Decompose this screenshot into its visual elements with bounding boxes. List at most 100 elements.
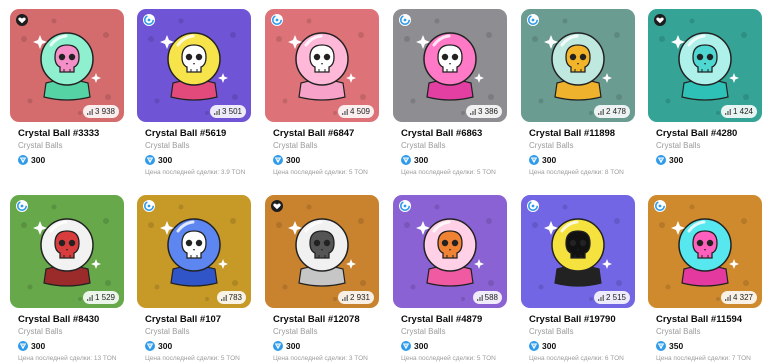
- verified-badge-icon: [527, 200, 539, 212]
- last-sale-price: Цена последней сделки: 3.9 TON: [145, 169, 246, 176]
- collection-name: Crystal Balls: [401, 327, 446, 336]
- bar-chart-icon: [341, 294, 348, 301]
- last-sale-price: Цена последней сделки: 7 TON: [656, 355, 751, 362]
- gift-name: Crystal Ball #6863: [401, 128, 483, 139]
- verified-badge-icon: [654, 200, 666, 212]
- edition-count-text: 3 938: [94, 107, 115, 116]
- gift-image[interactable]: 1 529: [10, 195, 124, 308]
- crystal-ball-icon: [423, 218, 477, 287]
- gift-image[interactable]: 4 327: [648, 195, 762, 308]
- edition-count-text: 2 515: [605, 293, 626, 302]
- collection-name: Crystal Balls: [529, 327, 574, 336]
- edition-count: 2 931: [337, 291, 374, 304]
- crystal-ball-icon: [40, 218, 94, 287]
- price: 300: [656, 154, 683, 166]
- collection-name: Crystal Balls: [529, 141, 574, 150]
- collection-name: Crystal Balls: [401, 141, 446, 150]
- gift-card[interactable]: 4 327 Crystal Ball #11594 Crystal Balls 350…: [648, 195, 762, 363]
- ton-icon: [656, 341, 666, 351]
- edition-count-text: 4 327: [732, 293, 753, 302]
- ton-icon: [401, 155, 411, 165]
- bar-chart-icon: [724, 294, 731, 301]
- gift-image[interactable]: 4 509: [265, 9, 379, 122]
- edition-count: 3 938: [82, 105, 119, 118]
- gift-name: Crystal Ball #11898: [529, 128, 616, 139]
- ton-icon: [529, 341, 539, 351]
- crystal-ball-icon: [423, 32, 477, 101]
- price-value: 300: [158, 341, 173, 351]
- price-value: 300: [414, 155, 429, 165]
- price: 300: [529, 154, 556, 166]
- ton-icon: [18, 155, 28, 165]
- edition-count-text: 3 386: [477, 107, 498, 116]
- gift-image[interactable]: 3 501: [137, 9, 251, 122]
- collection-name: Crystal Balls: [656, 327, 701, 336]
- collection-name: Crystal Balls: [18, 327, 63, 336]
- collection-name: Crystal Balls: [273, 327, 318, 336]
- gift-image[interactable]: 2 478: [521, 9, 635, 122]
- gift-card[interactable]: 3 501 Crystal Ball #5619 Crystal Balls 300 Ц…: [137, 9, 251, 177]
- gift-card[interactable]: 2 931 Crystal Ball #12078 Crystal Balls 300…: [265, 195, 379, 363]
- bar-chart-icon: [213, 108, 220, 115]
- gift-image[interactable]: 3 386: [393, 9, 507, 122]
- gift-name: Crystal Ball #8430: [18, 314, 100, 325]
- bar-chart-icon: [469, 108, 476, 115]
- gift-name: Crystal Ball #19790: [529, 314, 616, 325]
- price: 300: [401, 340, 428, 352]
- crystal-ball-icon: [295, 218, 349, 287]
- last-sale-price: Цена последней сделки: 3 TON: [273, 355, 368, 362]
- gift-image[interactable]: 2 515: [521, 195, 635, 308]
- gift-image[interactable]: 2 931: [265, 195, 379, 308]
- edition-count: 4 509: [337, 105, 374, 118]
- bar-chart-icon: [476, 294, 483, 301]
- price: 300: [273, 154, 300, 166]
- crystal-ball-icon: [167, 218, 221, 287]
- heart-badge-icon: [16, 14, 28, 26]
- gift-card[interactable]: 2 515 Crystal Ball #19790 Crystal Balls 300…: [521, 195, 635, 363]
- verified-badge-icon: [16, 200, 28, 212]
- verified-badge-icon: [399, 200, 411, 212]
- price: 300: [529, 340, 556, 352]
- gift-name: Crystal Ball #5619: [145, 128, 227, 139]
- gift-image[interactable]: 1 424: [648, 9, 762, 122]
- gift-image[interactable]: 783: [137, 195, 251, 308]
- gift-card[interactable]: 588 Crystal Ball #4879 Crystal Balls 300 Цен…: [393, 195, 507, 363]
- bar-chart-icon: [341, 108, 348, 115]
- collection-name: Crystal Balls: [656, 141, 701, 150]
- bar-chart-icon: [86, 294, 93, 301]
- price: 350: [656, 340, 683, 352]
- crystal-ball-icon: [678, 218, 732, 287]
- verified-badge-icon: [399, 14, 411, 26]
- gift-card[interactable]: 2 478 Crystal Ball #11898 Crystal Balls 300…: [521, 9, 635, 177]
- gift-card[interactable]: 783 Crystal Ball #107 Crystal Balls 300 Цена…: [137, 195, 251, 363]
- gift-name: Crystal Ball #4879: [401, 314, 483, 325]
- edition-count: 1 424: [720, 105, 757, 118]
- collection-name: Crystal Balls: [273, 141, 318, 150]
- gift-card[interactable]: 3 938 Crystal Ball #3333 Crystal Balls 300: [10, 9, 124, 177]
- ton-icon: [656, 155, 666, 165]
- gift-name: Crystal Ball #107: [145, 314, 222, 325]
- edition-count-text: 3 501: [221, 107, 242, 116]
- gift-card[interactable]: 1 424 Crystal Ball #4280 Crystal Balls 300: [648, 9, 762, 177]
- gift-image[interactable]: 3 938: [10, 9, 124, 122]
- bar-chart-icon: [597, 108, 604, 115]
- price: 300: [273, 340, 300, 352]
- edition-count: 3 386: [465, 105, 502, 118]
- ton-icon: [401, 341, 411, 351]
- gift-image[interactable]: 588: [393, 195, 507, 308]
- price: 300: [145, 154, 172, 166]
- gift-card[interactable]: 3 386 Crystal Ball #6863 Crystal Balls 300 Ц…: [393, 9, 507, 177]
- gift-name: Crystal Ball #4280: [656, 128, 738, 139]
- gift-card[interactable]: 4 509 Crystal Ball #6847 Crystal Balls 300 Ц…: [265, 9, 379, 177]
- heart-badge-icon: [654, 14, 666, 26]
- price-value: 350: [669, 341, 684, 351]
- verified-badge-icon: [143, 200, 155, 212]
- crystal-ball-icon: [678, 32, 732, 101]
- ton-icon: [273, 341, 283, 351]
- verified-badge-icon: [143, 14, 155, 26]
- crystal-ball-icon: [167, 32, 221, 101]
- price: 300: [401, 154, 428, 166]
- gift-card[interactable]: 1 529 Crystal Ball #8430 Crystal Balls 300 Ц…: [10, 195, 124, 363]
- gift-name: Crystal Ball #3333: [18, 128, 100, 139]
- gift-name: Crystal Ball #12078: [273, 314, 360, 325]
